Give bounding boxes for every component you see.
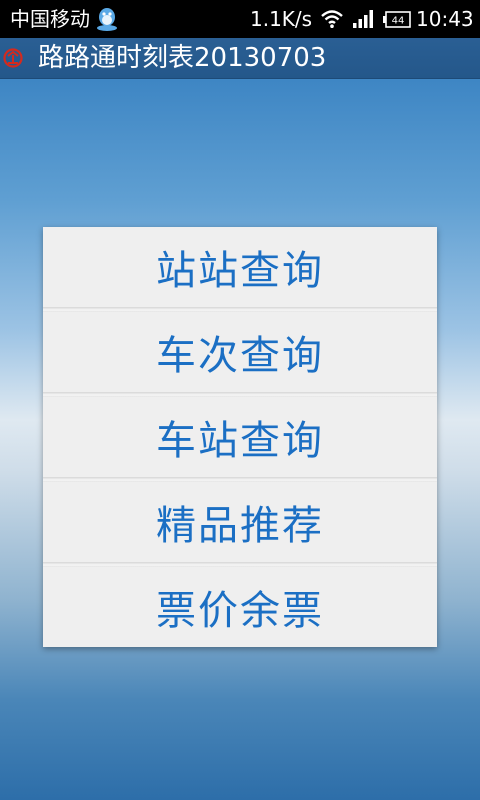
menu-item-station-to-station[interactable]: 站站查询 (43, 227, 437, 307)
signal-icon (353, 10, 373, 28)
qq-icon (97, 8, 117, 31)
battery-icon: 44 (383, 11, 411, 28)
carrier-label: 中国移动 (10, 7, 90, 31)
wifi-icon (321, 10, 343, 28)
menu-item-recommendations[interactable]: 精品推荐 (43, 482, 437, 562)
title-bar: 路路通时刻表20130703 (0, 38, 480, 79)
menu-item-train-number[interactable]: 车次查询 (43, 312, 437, 392)
menu-item-station[interactable]: 车站查询 (43, 397, 437, 477)
menu-item-fares-tickets[interactable]: 票价余票 (43, 567, 437, 647)
status-bar: 中国移动 1.1K/s 44 10:43 (0, 0, 480, 38)
app-title: 路路通时刻表20130703 (38, 43, 327, 73)
battery-level: 44 (392, 16, 405, 27)
network-speed: 1.1K/s (250, 7, 313, 31)
main-menu: 站站查询 车次查询 车站查询 精品推荐 票价余票 (43, 227, 437, 647)
railway-logo-icon (3, 48, 23, 68)
clock: 10:43 (416, 7, 474, 31)
